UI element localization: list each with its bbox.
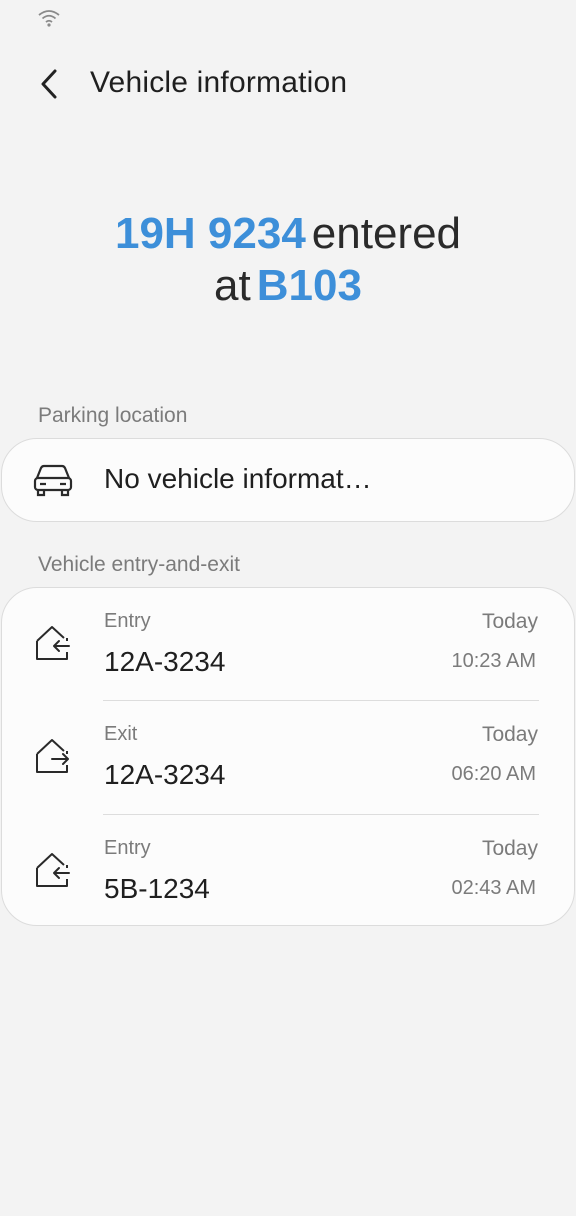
chevron-left-icon <box>41 69 57 99</box>
entry-exit-card: Entry 12A-3234 Today 10:23 AM Exit 12A-3… <box>1 587 575 926</box>
row-time: 02:43 AM <box>451 877 536 899</box>
entries-section-label: Vehicle entry-and-exit <box>38 553 240 576</box>
entry-icon <box>36 626 70 660</box>
row-day: Today <box>481 723 538 746</box>
entry-exit-row[interactable]: Entry 5B-1234 Today 02:43 AM <box>2 815 576 928</box>
headline-verb: entered <box>311 209 462 258</box>
exit-icon <box>36 739 69 773</box>
headline-plate: 19H 9234 <box>114 209 306 258</box>
page-title: Vehicle information <box>90 66 348 99</box>
row-plate: 12A-3234 <box>104 646 226 677</box>
entry-exit-row[interactable]: Entry 12A-3234 Today 10:23 AM <box>2 588 576 701</box>
row-plate: 5B-1234 <box>104 873 210 904</box>
row-day: Today <box>481 837 538 860</box>
row-time: 10:23 AM <box>451 650 536 672</box>
car-icon <box>33 464 73 497</box>
headline-location: B103 <box>256 261 362 310</box>
back-button[interactable] <box>22 56 78 112</box>
row-day: Today <box>481 610 538 633</box>
row-type: Entry <box>104 610 151 632</box>
parking-location-text: No vehicle informat… <box>104 463 372 494</box>
status-bar <box>0 0 576 36</box>
app-bar: Vehicle information <box>0 50 576 116</box>
entry-exit-row[interactable]: Exit 12A-3234 Today 06:20 AM <box>2 701 576 814</box>
parking-section-label: Parking location <box>38 404 188 427</box>
entry-icon <box>36 853 70 887</box>
row-time: 06:20 AM <box>451 763 536 785</box>
parking-location-card[interactable]: No vehicle informat… <box>1 438 575 522</box>
row-type: Entry <box>104 837 151 859</box>
row-plate: 12A-3234 <box>104 759 226 790</box>
headline-prep: at <box>214 261 251 310</box>
wifi-icon <box>38 10 60 27</box>
vehicle-status-headline: 19H 9234 entered at B103 <box>0 208 576 312</box>
row-type: Exit <box>104 723 138 745</box>
